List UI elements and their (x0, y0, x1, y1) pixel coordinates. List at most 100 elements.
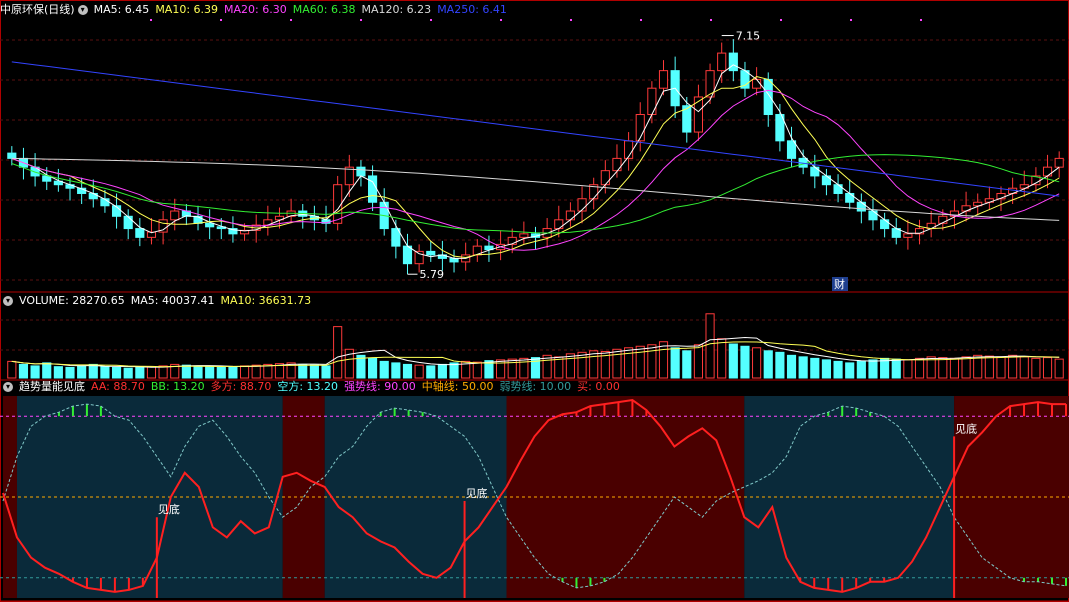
event-badge-label: 财 (834, 277, 845, 291)
volume-bar (635, 345, 645, 379)
event-dot (780, 19, 782, 21)
candle-body (647, 87, 657, 116)
candle-body (205, 222, 215, 228)
event-dot (220, 19, 222, 21)
volume-bar (775, 351, 785, 379)
event-dot (640, 19, 642, 21)
volume-bar (647, 344, 657, 379)
volume-bar (682, 350, 692, 379)
event-dot (430, 19, 432, 21)
candle-body (658, 70, 669, 89)
candle-body (728, 52, 738, 72)
volume-bar (368, 357, 378, 379)
event-dot (850, 19, 852, 21)
volume-bar (914, 357, 925, 379)
volume-bar (891, 358, 901, 379)
volume-bar (752, 347, 762, 379)
volume-bar (205, 366, 215, 379)
volume-bar (984, 355, 994, 379)
volume-bar (228, 366, 238, 379)
event-dot (150, 19, 152, 21)
volume-bar (414, 364, 424, 379)
volume-bar (565, 353, 575, 379)
volume-bar (705, 313, 715, 379)
candle-body (170, 210, 180, 221)
volume-bar (519, 357, 529, 379)
volume-bar (821, 359, 832, 379)
candle-body (693, 96, 703, 133)
volume-bar (30, 365, 40, 379)
volume-bar (18, 363, 29, 379)
candle-body (426, 250, 436, 256)
volume-bar (624, 347, 634, 379)
volume-bar (903, 359, 913, 379)
volume-bar (391, 362, 401, 379)
volume-bar (321, 365, 331, 379)
volume-bar (7, 360, 17, 379)
volume-bar (77, 365, 87, 379)
candle-body (763, 78, 773, 116)
volume-bar (65, 366, 75, 379)
high-price-label: 7.15 (736, 30, 761, 43)
volume-bar (111, 366, 122, 379)
event-dot (290, 19, 292, 21)
volume-bar (670, 347, 680, 379)
candle-body (565, 210, 575, 221)
volume-bar (100, 366, 110, 379)
candle-body (752, 78, 762, 89)
volume-bar (472, 361, 482, 379)
volume-bar (449, 362, 459, 379)
volume-bar (379, 360, 389, 379)
candle-body (786, 140, 797, 159)
volume-bar (437, 363, 447, 379)
volume-bar (239, 365, 250, 379)
volume-bar (763, 350, 773, 379)
ma60-line (11, 154, 1060, 234)
candle-body (821, 175, 832, 186)
volume-bar (856, 360, 866, 379)
volume-bar (251, 364, 261, 379)
event-dot (920, 19, 922, 21)
volume-bar (798, 356, 808, 379)
buy-signal-label: 见底 (158, 502, 180, 516)
volume-bar (868, 359, 878, 379)
candle-body (88, 192, 98, 200)
candle-body (356, 166, 366, 177)
volume-bar (298, 363, 308, 379)
ma20-line (11, 89, 1060, 251)
buy-signal-label: 见底 (466, 486, 488, 500)
volume-bar (158, 365, 168, 379)
candle-body (612, 157, 622, 172)
candle-body (903, 233, 913, 238)
candle-body (1042, 166, 1053, 177)
volume-bar (216, 366, 226, 379)
volume-bar (693, 344, 703, 379)
volume-bar (938, 357, 948, 379)
candle-body (833, 184, 843, 194)
volume-bar (333, 326, 343, 379)
event-dot (500, 19, 502, 21)
volume-bar (612, 348, 622, 379)
volume-bar (193, 365, 203, 379)
volume-bar (1008, 354, 1018, 379)
candle-body (135, 228, 145, 238)
ma120-line (11, 157, 1060, 221)
candle-body (810, 166, 820, 177)
stock-chart-window: 中原环保(日线) ▾ MA5: 6.45 MA10: 6.39 MA20: 6.30 MA… (0, 0, 1069, 602)
volume-bar (507, 358, 517, 379)
volume-bar (949, 357, 960, 379)
volume-bar (833, 360, 843, 379)
volume-bar (146, 366, 157, 379)
buy-signal-label: 见底 (955, 421, 977, 435)
event-dot (570, 19, 572, 21)
candle-body (7, 152, 17, 159)
volume-bar (53, 366, 63, 379)
candle-body (717, 52, 727, 72)
chart-canvas[interactable]: 7.155.79财见底见底见底 (0, 0, 1069, 602)
event-dot (710, 19, 712, 21)
volume-bar (88, 363, 98, 379)
volume-bar (996, 356, 1006, 379)
candle-body (449, 257, 459, 263)
volume-bar (123, 367, 133, 379)
candle-body (856, 201, 866, 212)
